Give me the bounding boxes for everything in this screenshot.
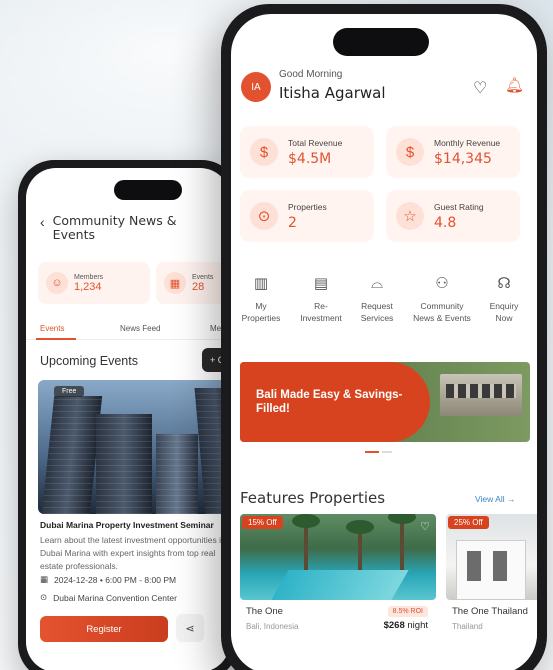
stat-properties: ⊙ Properties 2 <box>240 190 374 242</box>
promo-banner[interactable]: Bali Made Easy & Savings- Filled! <box>240 362 530 442</box>
price-amount: $268 <box>383 620 405 631</box>
carousel-dots <box>365 451 392 453</box>
tab-more[interactable]: Me <box>210 324 221 333</box>
avatar[interactable]: IA <box>241 72 271 102</box>
property-name: The One <box>246 606 283 617</box>
property-card[interactable]: 15% Off ♡ The One Bali, Indonesia 8.5% R… <box>240 514 436 654</box>
banner-text: Bali Made Easy & Savings- Filled! <box>256 388 402 416</box>
dollar-icon: $ <box>396 138 424 166</box>
stat-monthly-revenue: $ Monthly Revenue $14,345 <box>386 126 520 178</box>
stat-value: $4.5M <box>288 150 332 167</box>
event-datetime-row: ▦ 2024-12-28 • 6:00 PM - 8:00 PM <box>40 574 176 585</box>
stat-label: Monthly Revenue <box>434 137 501 148</box>
stat-label: Guest Rating <box>434 201 484 212</box>
event-datetime: 2024-12-28 • 6:00 PM - 8:00 PM <box>54 574 177 585</box>
greeting-text: Good Morning <box>279 69 343 80</box>
community-tabs: Events News Feed Me <box>26 318 230 340</box>
price-unit: night <box>407 620 428 631</box>
quick-action-enquiry[interactable]: ☊ Enquiry Now <box>471 272 537 324</box>
quick-action-request-services[interactable]: ⌓ Request Services <box>344 272 410 324</box>
building-icon: ▥ <box>253 275 269 292</box>
stat-label: Total Revenue <box>288 137 343 148</box>
quick-action-my-properties[interactable]: ▥ My Properties <box>231 272 294 324</box>
heart-icon[interactable]: ♡ <box>473 78 487 98</box>
event-title: Dubai Marina Property Investment Seminar <box>40 520 214 530</box>
active-tab-indicator <box>36 338 76 340</box>
stat-label: Properties <box>288 201 327 212</box>
community-header: ‹ Community News & Events <box>40 214 220 242</box>
dollar-icon: $ <box>250 138 278 166</box>
tab-events[interactable]: Events <box>40 324 64 333</box>
register-button[interactable]: Register <box>40 616 168 642</box>
roi-badge: 8.5% ROI <box>387 606 428 617</box>
event-location: Dubai Marina Convention Center <box>53 592 177 603</box>
quick-action-label: Community <box>420 301 464 311</box>
location-pin-icon: ⊙ <box>40 592 48 602</box>
dynamic-island <box>114 180 182 200</box>
event-description: Learn about the latest investment opport… <box>40 535 226 571</box>
section-title: Upcoming Events <box>40 354 138 368</box>
stat-value: 2 <box>288 214 297 231</box>
featured-title: Features Properties <box>240 489 386 507</box>
stat-label: Events <box>192 273 214 281</box>
community-screen: ‹ Community News & Events ☺ Members 1,23… <box>26 168 230 670</box>
stat-events: ▦ Events 28 <box>156 262 230 304</box>
community-icon: ⚇ <box>435 275 449 292</box>
bell-icon[interactable]: 🔔︎ <box>505 76 524 94</box>
event-image[interactable]: Free <box>38 380 230 514</box>
banner-line: Filled! <box>256 403 290 415</box>
people-icon: ☺ <box>46 272 68 294</box>
chart-icon: ▤ <box>313 275 329 292</box>
community-title: Community News & Events <box>52 213 177 242</box>
property-location: Bali, Indonesia <box>246 622 299 631</box>
quick-action-label: My <box>255 301 267 311</box>
stat-value: 4.8 <box>434 214 457 231</box>
stat-members: ☺ Members 1,234 <box>38 262 150 304</box>
stat-label: Members <box>74 273 104 281</box>
price-badge: Free <box>54 386 85 397</box>
quick-action-label: News & Events <box>413 313 471 323</box>
stat-value: 28 <box>192 280 205 293</box>
dashboard-screen: IA Good Morning Itisha Agarwal ♡ 🔔︎ $ To… <box>231 14 537 670</box>
quick-action-label: Enquiry <box>489 301 519 311</box>
service-bell-icon: ⌓ <box>371 274 383 292</box>
quick-action-label: Now <box>495 313 513 323</box>
calendar-icon: ▦ <box>40 574 49 584</box>
quick-action-label: Services <box>360 313 394 323</box>
dynamic-island <box>333 28 429 56</box>
discount-badge: 15% Off <box>242 516 283 529</box>
event-location-row: ⊙ Dubai Marina Convention Center <box>40 592 177 603</box>
property-name: The One Thailand <box>452 606 528 617</box>
stat-value: $14,345 <box>434 150 492 167</box>
user-name: Itisha Agarwal <box>279 84 386 102</box>
stat-guest-rating: ☆ Guest Rating 4.8 <box>386 190 520 242</box>
back-arrow-icon[interactable]: ‹ <box>40 214 45 242</box>
tab-news-feed[interactable]: News Feed <box>120 324 160 333</box>
calendar-icon: ▦ <box>164 272 186 294</box>
banner-villa-image <box>440 374 522 416</box>
stat-value: 1,234 <box>74 280 102 293</box>
stat-total-revenue: $ Total Revenue $4.5M <box>240 126 374 178</box>
property-card[interactable]: 25% Off The One Thailand Thailand <box>446 514 537 654</box>
location-pin-icon: ⊙ <box>250 202 278 230</box>
headset-icon: ☊ <box>497 275 511 292</box>
property-price: $268 night <box>384 620 428 631</box>
share-icon[interactable]: ⋖ <box>176 614 204 642</box>
view-all-link[interactable]: View All → <box>475 494 515 504</box>
phone-community-events: ‹ Community News & Events ☺ Members 1,23… <box>18 160 238 670</box>
heart-icon[interactable]: ♡ <box>420 520 430 533</box>
quick-action-community[interactable]: ⚇ Community News & Events <box>409 272 475 324</box>
banner-line: Bali Made Easy & Savings- <box>256 389 403 401</box>
star-icon: ☆ <box>396 202 424 230</box>
quick-action-label: Request <box>361 301 393 311</box>
phone-dashboard: IA Good Morning Itisha Agarwal ♡ 🔔︎ $ To… <box>221 4 547 670</box>
property-location: Thailand <box>452 622 483 631</box>
discount-badge: 25% Off <box>448 516 489 529</box>
quick-action-label: Properties <box>241 313 281 323</box>
